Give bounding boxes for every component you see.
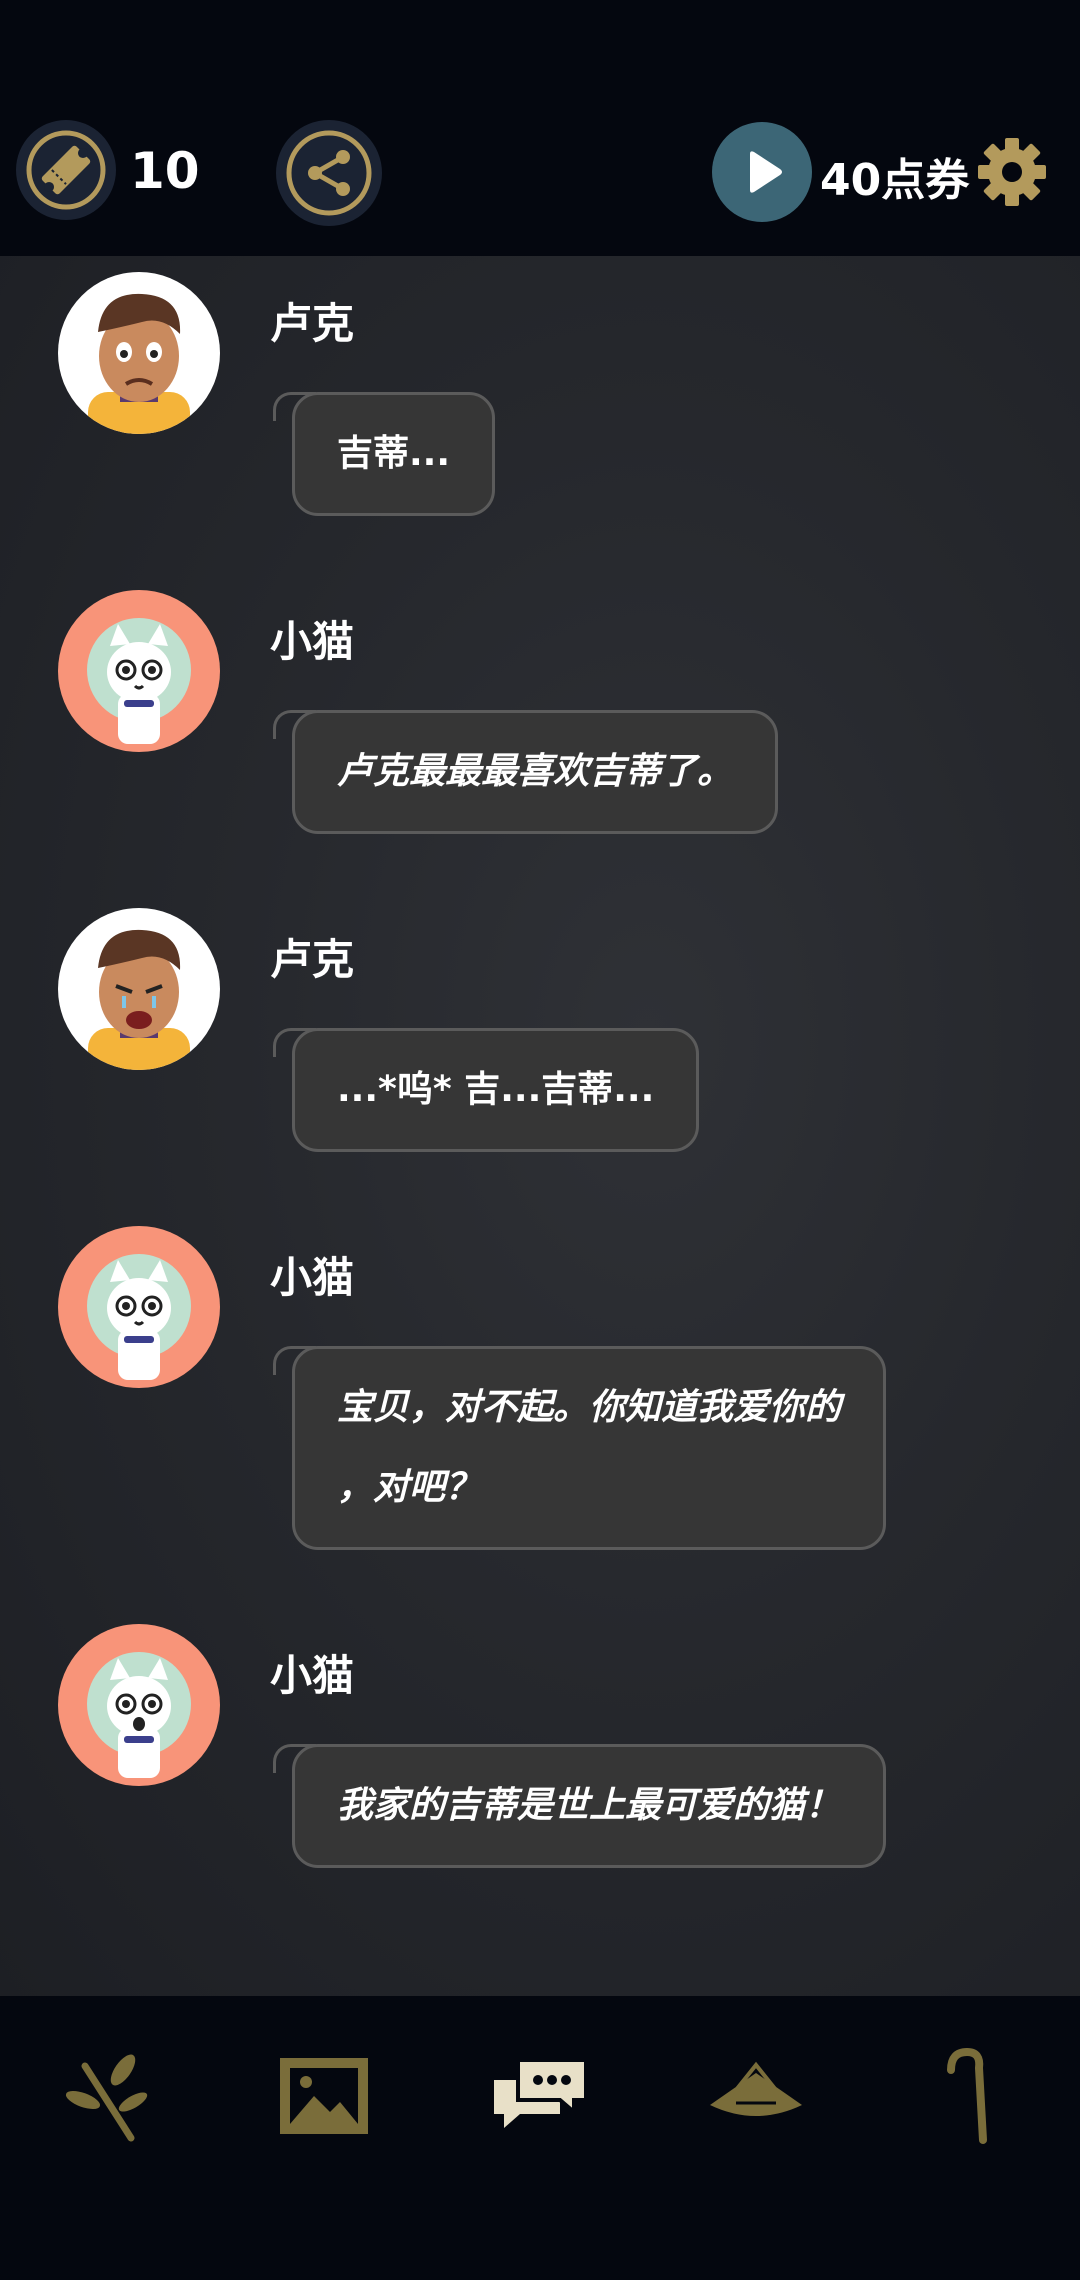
hat-icon xyxy=(710,2061,802,2116)
bottom-nav xyxy=(0,1996,1080,2280)
message-text: 我家的吉蒂是世上最可爱的猫！ xyxy=(337,1785,842,1826)
message-text-line1: 宝贝，对不起。你知道我爱你的 xyxy=(337,1387,842,1428)
avatar-cat xyxy=(58,1226,220,1388)
speaker-name: 卢克 xyxy=(270,935,355,984)
nav-chat[interactable] xyxy=(480,2036,600,2156)
avatar-cat xyxy=(58,1624,220,1786)
speaker-name: 卢克 xyxy=(270,299,355,348)
nav-cane[interactable] xyxy=(912,2036,1032,2156)
nav-branch[interactable] xyxy=(48,2036,168,2156)
message-bubble: 宝贝，对不起。你知道我爱你的 ，对吧？ xyxy=(272,1346,887,1550)
ticket-button[interactable] xyxy=(16,120,116,220)
ticket-icon xyxy=(26,130,106,210)
branch-icon xyxy=(65,2054,148,2142)
settings-button[interactable] xyxy=(976,136,1048,208)
coupon-balance: 40点券 xyxy=(820,155,970,206)
speaker-name: 小猫 xyxy=(270,617,355,666)
message-text: 吉蒂... xyxy=(337,433,451,474)
share-button[interactable] xyxy=(276,120,382,226)
speaker-name: 小猫 xyxy=(270,1651,355,1700)
play-icon xyxy=(750,151,782,193)
chat-icon xyxy=(494,2058,588,2128)
gear-icon xyxy=(978,138,1046,206)
chat-log[interactable]: 卢克 吉蒂... 小猫 卢克最最最喜欢吉蒂了。 卢克 ...*呜* 吉...吉蒂… xyxy=(0,256,1080,1996)
message-bubble: ...*呜* 吉...吉蒂... xyxy=(272,1028,700,1152)
message-bubble: 卢克最最最喜欢吉蒂了。 xyxy=(272,710,779,834)
speaker-name: 小猫 xyxy=(270,1253,355,1302)
message-bubble: 我家的吉蒂是世上最可爱的猫！ xyxy=(272,1744,887,1868)
message-text: 卢克最最最喜欢吉蒂了。 xyxy=(337,751,734,792)
avatar-luke xyxy=(58,272,220,434)
share-icon xyxy=(286,130,372,216)
watch-ad-button[interactable] xyxy=(712,122,812,222)
avatar-luke xyxy=(58,908,220,1070)
nav-hat[interactable] xyxy=(696,2036,816,2156)
message-bubble: 吉蒂... xyxy=(272,392,496,516)
message-text: ...*呜* 吉...吉蒂... xyxy=(337,1069,655,1110)
cane-icon xyxy=(947,2047,987,2144)
nav-gallery[interactable] xyxy=(264,2036,384,2156)
ticket-count: 10 xyxy=(130,142,200,200)
gallery-icon xyxy=(280,2058,368,2134)
message-text-line2: ，对吧？ xyxy=(337,1467,482,1508)
top-bar: 10 40点券 xyxy=(0,0,1080,256)
avatar-cat xyxy=(58,590,220,752)
